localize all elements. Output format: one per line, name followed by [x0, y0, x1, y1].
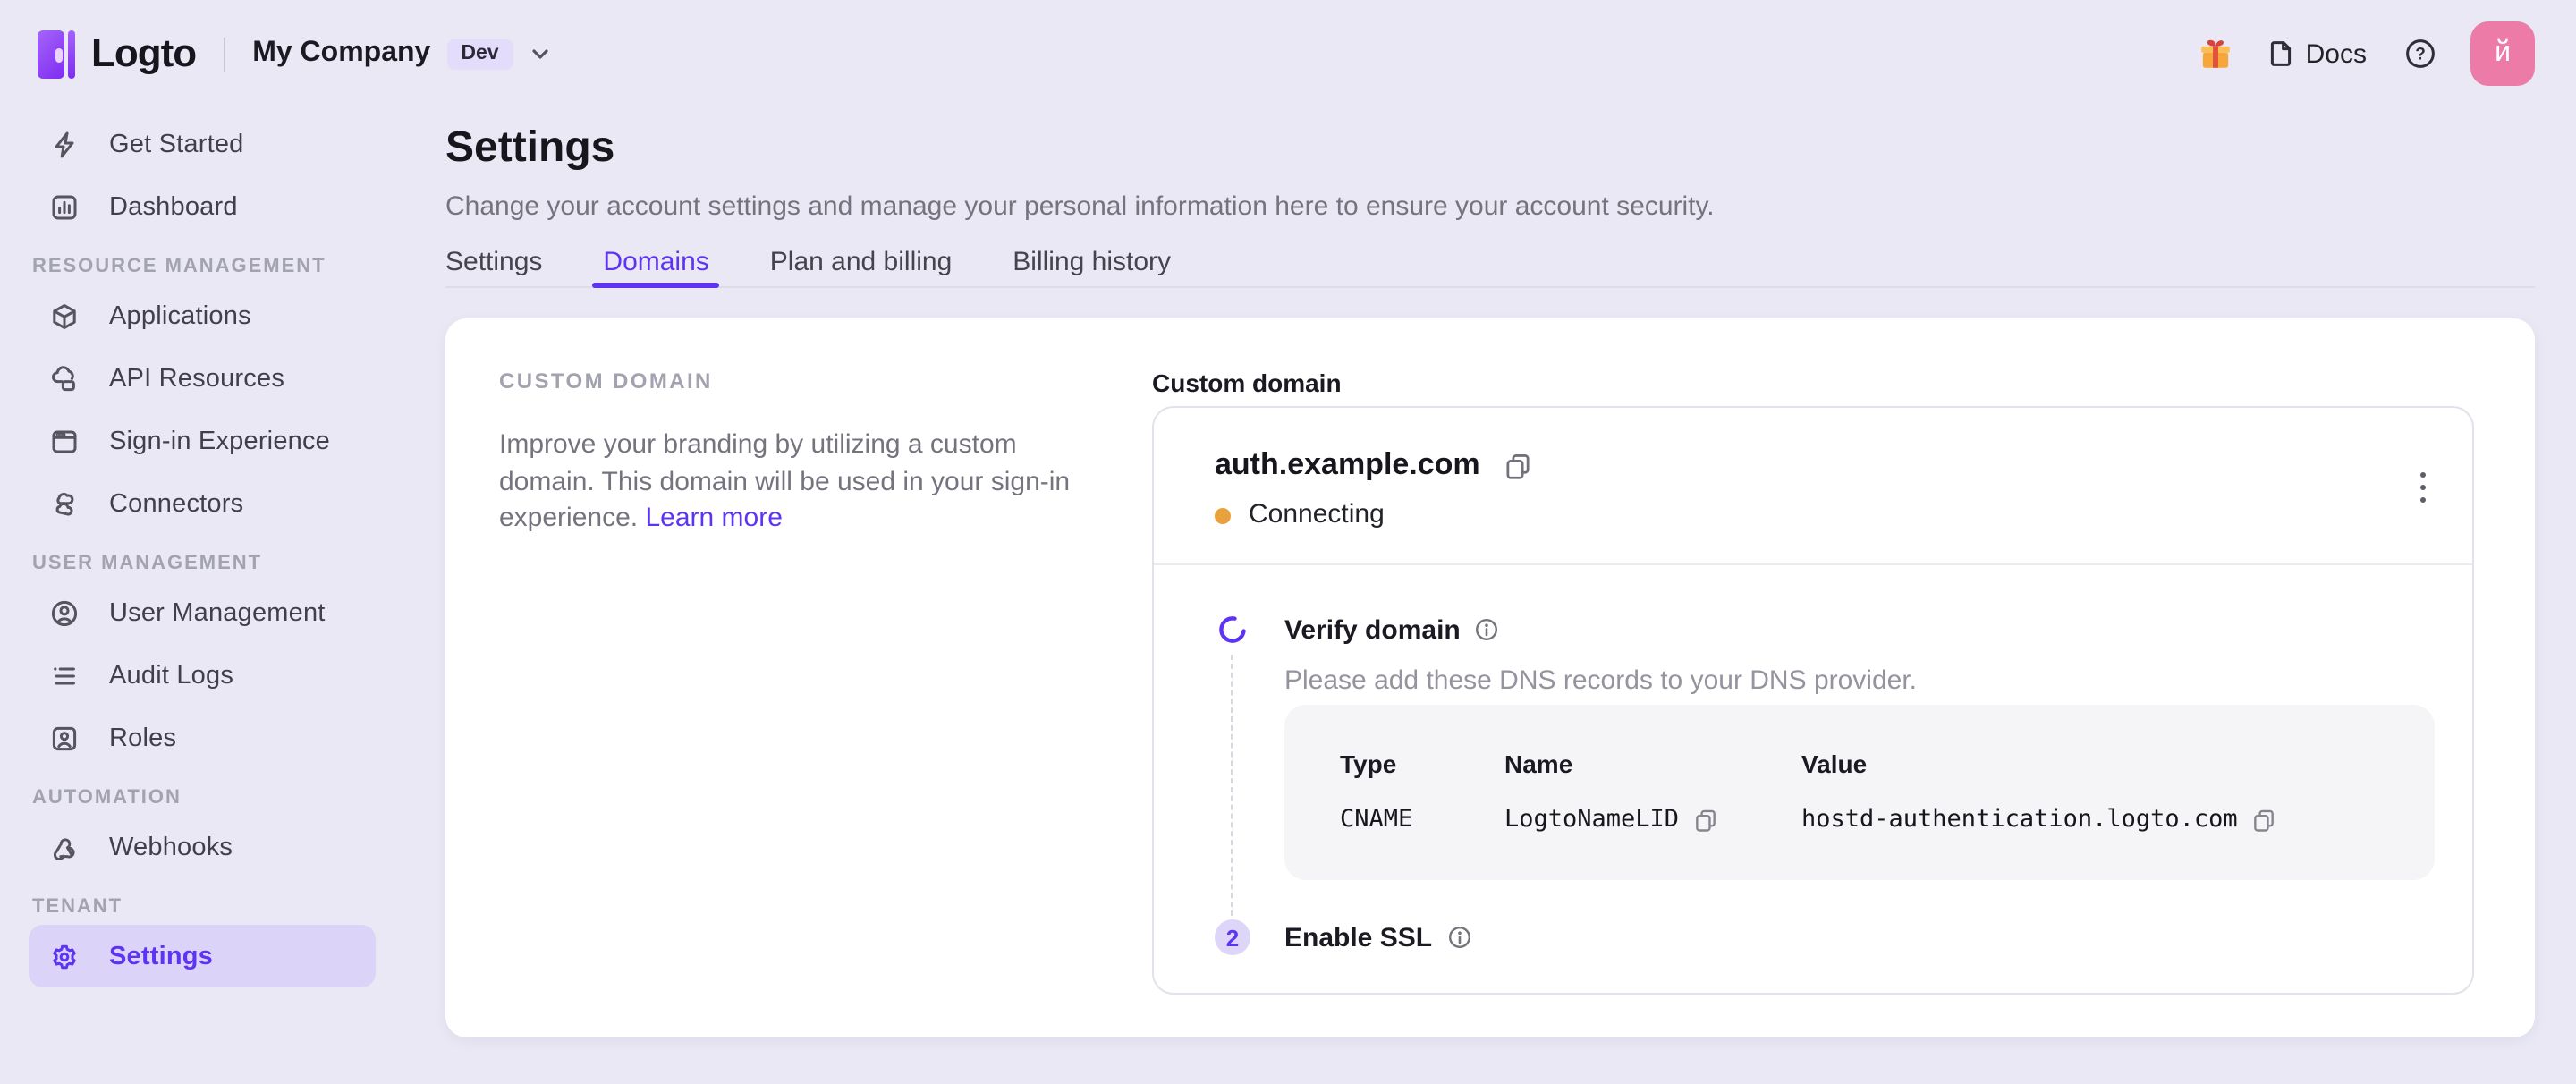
step-verify-domain: Verify domain Please add these DNS recor… [1215, 612, 2435, 880]
dns-header-name: Name [1504, 749, 1801, 780]
topbar: Logto My Company Dev [0, 0, 2576, 107]
dns-header-type: Type [1340, 749, 1504, 780]
verify-domain-description: Please add these DNS records to your DNS… [1284, 665, 2435, 698]
sidebar-item-roles[interactable]: Roles [29, 707, 376, 769]
sidebar-item-applications[interactable]: Applications [29, 284, 376, 347]
gift-icon[interactable] [2199, 37, 2233, 71]
sidebar-section-automation: AUTOMATION [32, 778, 402, 816]
cube-icon [50, 301, 79, 330]
sidebar-item-webhooks[interactable]: Webhooks [29, 816, 376, 878]
domain-name: auth.example.com [1215, 447, 1480, 483]
bar-chart-icon [50, 192, 79, 221]
tab-domains[interactable]: Domains [603, 247, 708, 286]
sidebar-item-sign-in-experience[interactable]: Sign-in Experience [29, 410, 376, 472]
tab-settings[interactable]: Settings [445, 247, 542, 286]
sidebar: Get Started Dashboard RESOURCE MANAGEMEN… [0, 107, 402, 987]
logo-text: Logto [91, 30, 196, 77]
sidebar-section-user-management: USER MANAGEMENT [32, 544, 402, 581]
logto-logo-icon [38, 30, 75, 78]
document-icon [2267, 39, 2295, 68]
topbar-divider [223, 37, 225, 71]
copy-domain-button[interactable] [1505, 452, 1532, 478]
docs-button[interactable]: Docs [2267, 38, 2367, 69]
svg-text:?: ? [2415, 46, 2426, 64]
list-icon [50, 661, 79, 690]
section-label: CUSTOM DOMAIN [499, 368, 1093, 395]
page-description: Change your account settings and manage … [445, 190, 2535, 225]
status-text: Connecting [1249, 497, 1385, 533]
domain-status-card: auth.example.com Connecting [1152, 406, 2474, 995]
custom-domain-field-label: Custom domain [1152, 368, 2474, 399]
dns-records-table: Type Name Value CNAME LogtoNameLID hostd… [1284, 705, 2435, 880]
main-content: Settings Change your account settings an… [402, 122, 2576, 1037]
tenant-selector[interactable]: My Company Dev [252, 38, 550, 70]
lightning-icon [50, 130, 79, 158]
sidebar-item-user-management[interactable]: User Management [29, 581, 376, 644]
gear-icon [50, 942, 79, 970]
tenant-name: My Company [252, 38, 430, 70]
tab-bar: Settings Domains Plan and billing Billin… [445, 247, 2535, 288]
domain-card-body: Verify domain Please add these DNS recor… [1154, 565, 2472, 993]
avatar[interactable]: й [2470, 21, 2535, 86]
sidebar-item-connectors[interactable]: Connectors [29, 472, 376, 535]
domain-card-header: auth.example.com Connecting [1154, 408, 2472, 563]
custom-domain-field-column: Custom domain auth.example.com Connectin… [1152, 368, 2474, 995]
info-icon[interactable] [1446, 925, 1471, 950]
verify-domain-title: Verify domain [1284, 614, 1461, 645]
cloud-node-icon [50, 364, 79, 393]
sidebar-item-settings[interactable]: Settings [29, 925, 376, 987]
sidebar-item-audit-logs[interactable]: Audit Logs [29, 644, 376, 707]
domain-status: Connecting [1215, 497, 2429, 533]
dns-record-name: LogtoNameLID [1504, 805, 1801, 835]
learn-more-link[interactable]: Learn more [645, 503, 782, 533]
step-enable-ssl: 2 Enable SSL [1215, 919, 2435, 955]
clouds-icon [50, 489, 79, 518]
dns-header-value: Value [1801, 749, 2399, 780]
step-connector-line [1231, 655, 1233, 916]
tab-billing-history[interactable]: Billing history [1013, 247, 1171, 286]
kebab-menu-button[interactable] [2412, 465, 2433, 510]
copy-value-button[interactable] [2252, 809, 2275, 832]
browser-window-icon [50, 427, 79, 455]
sidebar-item-api-resources[interactable]: API Resources [29, 347, 376, 410]
info-icon[interactable] [1475, 617, 1500, 642]
docs-label: Docs [2306, 38, 2367, 69]
spinner-icon [1215, 612, 1250, 648]
env-badge: Dev [446, 38, 513, 69]
status-dot [1215, 507, 1231, 523]
dns-record-type: CNAME [1340, 805, 1504, 835]
enable-ssl-title: Enable SSL [1284, 922, 1432, 953]
section-description: Improve your branding by utilizing a cus… [499, 428, 1093, 538]
sidebar-item-get-started[interactable]: Get Started [29, 113, 376, 175]
webhook-icon [50, 833, 79, 861]
dns-record-value: hostd-authentication.logto.com [1801, 805, 2399, 835]
chevron-down-icon [530, 43, 551, 64]
id-card-icon [50, 724, 79, 752]
custom-domain-card: CUSTOM DOMAIN Improve your branding by u… [445, 318, 2535, 1037]
page-title: Settings [445, 122, 2535, 174]
sidebar-section-tenant: TENANT [32, 887, 402, 925]
sidebar-item-dashboard[interactable]: Dashboard [29, 175, 376, 238]
step-2-badge: 2 [1215, 919, 1250, 955]
help-icon[interactable]: ? [2404, 38, 2436, 70]
section-info-column: CUSTOM DOMAIN Improve your branding by u… [499, 368, 1093, 538]
tab-plan-and-billing[interactable]: Plan and billing [770, 247, 953, 286]
sidebar-section-resource-management: RESOURCE MANAGEMENT [32, 247, 402, 284]
copy-name-button[interactable] [1693, 809, 1716, 832]
user-circle-icon [50, 598, 79, 627]
